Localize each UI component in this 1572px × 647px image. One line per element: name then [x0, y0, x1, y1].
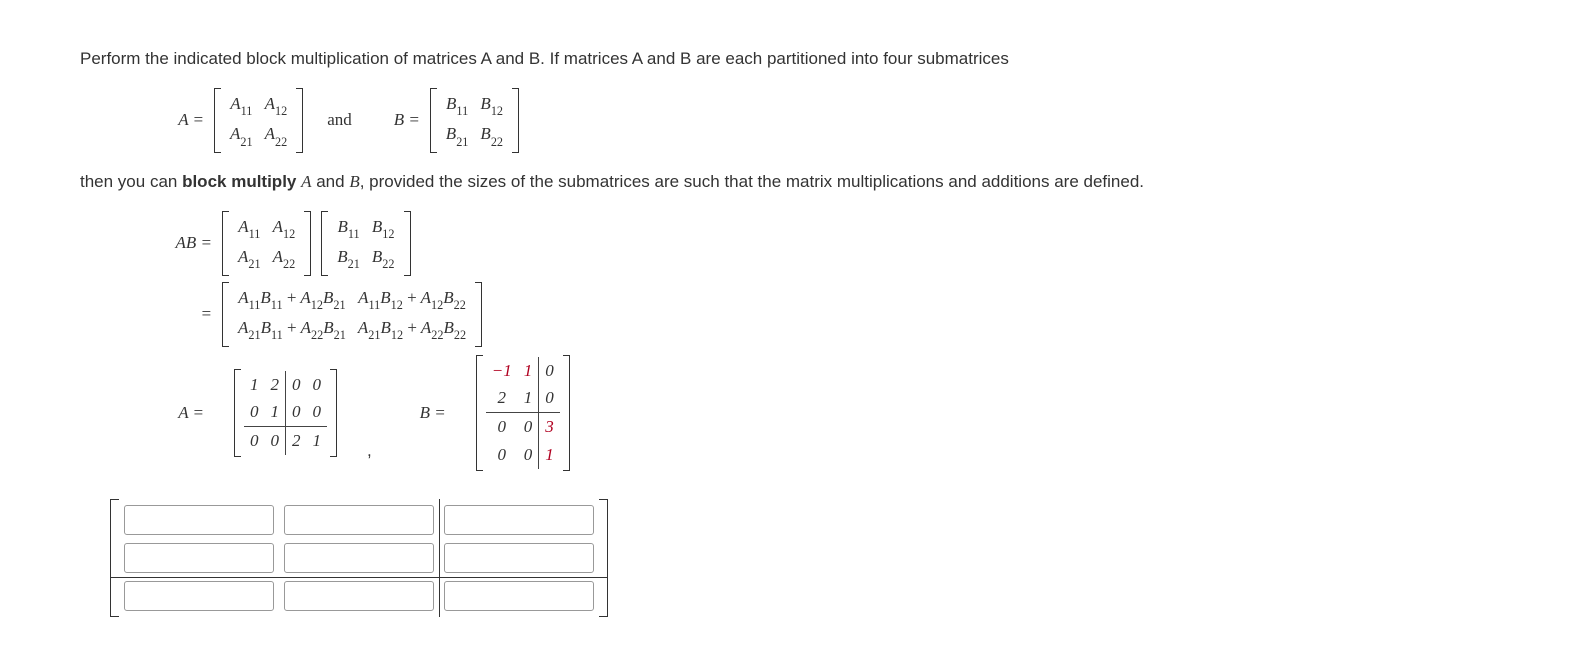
matrix-B-cell: 0: [539, 384, 560, 412]
answer-cell-input[interactable]: [444, 505, 594, 535]
matrix-A-cell: 0: [244, 427, 265, 455]
intro-paragraph-1: Perform the indicated block multiplicati…: [80, 47, 1492, 71]
matrix-A-cell: 1: [244, 371, 265, 399]
matrix-A-cell: 1: [307, 427, 328, 455]
matrix-AB-expanded: A11B11 + A12B21 A11B12 + A12B22 A21B11 +…: [222, 282, 482, 347]
matrix-B-cell: 2: [486, 384, 518, 412]
matrix-B-numeric: −110210003001: [476, 355, 570, 471]
answer-cell-input[interactable]: [124, 505, 274, 535]
label-A-eq: A =: [160, 108, 204, 132]
matrix-A-cell: 0: [286, 398, 307, 426]
intro-paragraph-2: then you can block multiply A and B, pro…: [80, 170, 1492, 194]
matrix-A-cell: 2: [286, 427, 307, 455]
numeric-AB: A = 120001000021 , B = −110210003001: [160, 355, 1492, 471]
matrix-B-cell: 0: [518, 413, 539, 441]
matrix-B-block: B11 B12 B21 B22: [430, 88, 519, 153]
matrix-A-cell: 0: [265, 427, 286, 455]
matrix-A-cell: 1: [265, 398, 286, 426]
matrix-B-cell: 1: [518, 384, 539, 412]
answer-cell-input[interactable]: [444, 543, 594, 573]
block-AB-formula: AB = A11 A12 A21 A22 B11 B12 B2: [160, 211, 1492, 347]
answer-matrix: [110, 499, 608, 617]
block-definition-AB: A = A11 A12 A21 A22 and B = B11 B12: [160, 88, 1492, 153]
label-A-eq-numeric: A =: [160, 401, 204, 425]
matrix-B-cell: 0: [486, 413, 518, 441]
label-AB-eq: AB =: [160, 231, 212, 255]
matrix-B-cell: 0: [486, 441, 518, 469]
matrix-B-cell: −1: [486, 357, 518, 385]
matrix-A-cell: 0: [307, 398, 328, 426]
answer-cell-input[interactable]: [444, 581, 594, 611]
label-eq: =: [160, 302, 212, 326]
answer-cell-input[interactable]: [284, 505, 434, 535]
matrix-A-cell: 0: [244, 398, 265, 426]
answer-cell-input[interactable]: [124, 543, 274, 573]
matrix-A-cell: 0: [286, 371, 307, 399]
label-B-eq-numeric: B =: [402, 401, 446, 425]
matrix-B-block-copy: B11 B12 B21 B22: [321, 211, 410, 276]
connect-word: and: [327, 108, 352, 132]
answer-partition-vertical: [439, 499, 440, 617]
matrix-B-cell: 3: [539, 413, 560, 441]
matrix-B-cell: 0: [518, 441, 539, 469]
answer-cell-input[interactable]: [284, 581, 434, 611]
label-B-eq: B =: [376, 108, 420, 132]
matrix-B-cell: 1: [518, 357, 539, 385]
matrix-A-block-copy: A11 A12 A21 A22: [222, 211, 311, 276]
answer-cell-input[interactable]: [284, 543, 434, 573]
matrix-B-cell: 0: [539, 357, 560, 385]
matrix-A-numeric: 120001000021: [234, 369, 337, 457]
matrix-A-cell: 2: [265, 371, 286, 399]
matrix-A-block: A11 A12 A21 A22: [214, 88, 303, 153]
matrix-B-cell: 1: [539, 441, 560, 469]
matrix-A-cell: 0: [307, 371, 328, 399]
answer-cell-input[interactable]: [124, 581, 274, 611]
answer-partition-horizontal: [110, 577, 608, 578]
